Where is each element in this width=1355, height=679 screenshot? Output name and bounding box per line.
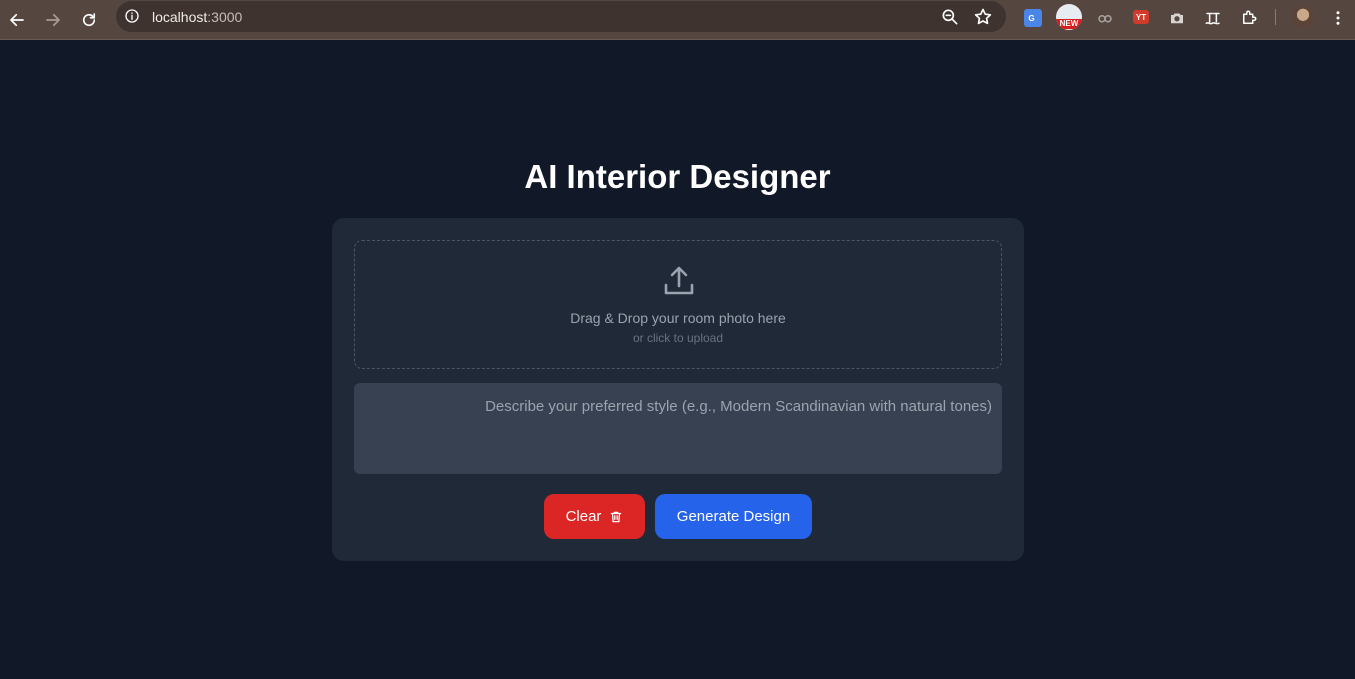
browser-menu-icon[interactable]: [1327, 7, 1349, 29]
camera-extension-icon[interactable]: [1166, 7, 1188, 29]
bookmark-star-icon[interactable]: [973, 7, 993, 27]
clear-button-label: Clear: [565, 508, 602, 525]
translate-icon: G: [1028, 14, 1034, 23]
youtube-extension-icon[interactable]: YT: [1133, 10, 1149, 24]
google-translate-extension-icon[interactable]: G: [1024, 9, 1042, 27]
new-badge-label: NEW: [1056, 19, 1082, 29]
svg-text:G: G: [1028, 14, 1034, 23]
new-extension-badge-icon[interactable]: NEW: [1056, 4, 1082, 30]
dropzone-secondary-text: or click to upload: [632, 331, 724, 345]
upload-icon: [664, 266, 694, 295]
trash-icon: [611, 511, 622, 522]
forward-button[interactable]: [39, 6, 67, 34]
page-title: AI Interior Designer: [524, 158, 831, 195]
forward-arrow-icon: [46, 13, 60, 27]
reload-button[interactable]: [75, 6, 103, 34]
extensions-puzzle-icon[interactable]: [1238, 7, 1260, 29]
back-arrow-icon: [10, 13, 24, 27]
text-tool-extension-icon[interactable]: [1202, 7, 1224, 29]
profile-avatar[interactable]: [1292, 6, 1314, 28]
browser-toolbar: localhost:3000 G NEW YT: [0, 0, 1355, 40]
photo-dropzone[interactable]: Drag & Drop your room photo here or clic…: [354, 240, 1002, 369]
yt-extension-label: YT: [1135, 12, 1147, 22]
generate-button-label: Generate Design: [676, 508, 791, 525]
dropzone-primary-text: Drag & Drop your room photo here: [570, 310, 786, 326]
toolbar-divider: [1275, 9, 1276, 25]
generate-design-button[interactable]: Generate Design: [655, 494, 812, 539]
reload-icon: [82, 13, 96, 27]
link-extension-icon[interactable]: [1094, 7, 1116, 29]
style-description-input[interactable]: [354, 383, 1002, 474]
url-text[interactable]: localhost:3000: [152, 9, 242, 25]
designer-card: Drag & Drop your room photo here or clic…: [332, 218, 1024, 561]
address-bar[interactable]: localhost:3000: [116, 1, 1006, 32]
zoom-icon[interactable]: [940, 7, 960, 27]
clear-button[interactable]: Clear: [544, 494, 645, 539]
url-host: localhost: [152, 9, 208, 25]
url-port: :3000: [207, 9, 243, 25]
back-button[interactable]: [3, 6, 31, 34]
site-info-icon[interactable]: [124, 8, 140, 24]
